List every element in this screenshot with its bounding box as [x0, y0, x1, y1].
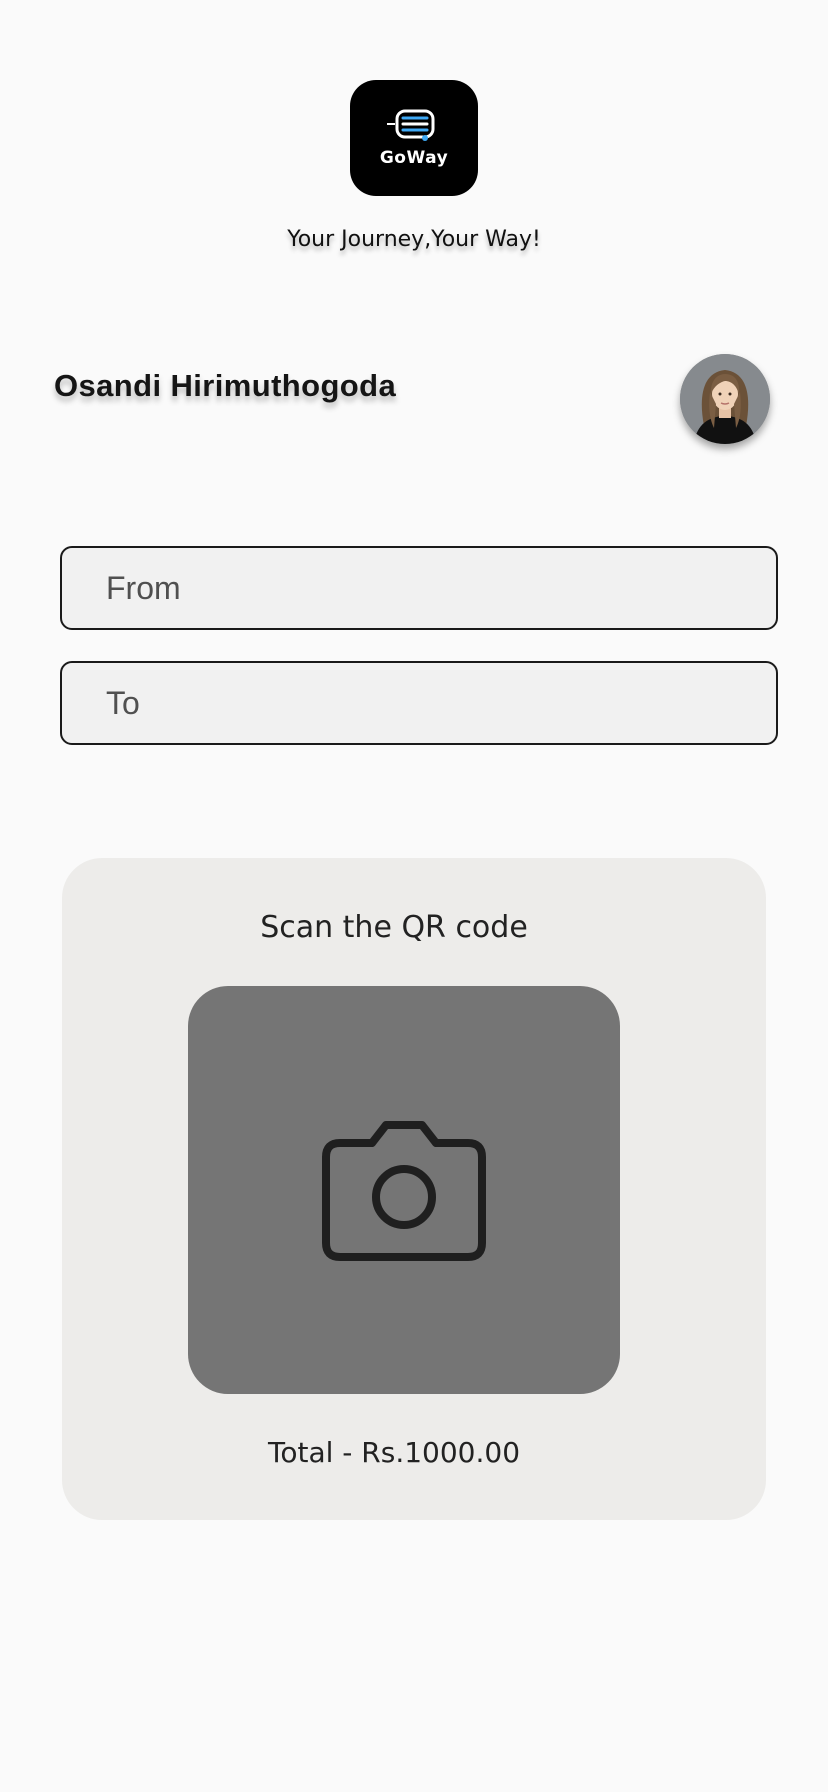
user-name: Osandi Hirimuthogoda	[54, 368, 397, 403]
camera-icon	[322, 1121, 486, 1261]
qr-scan-button[interactable]	[188, 986, 620, 1394]
bus-logo-icon	[387, 109, 435, 141]
tagline: Your Journey,Your Way!	[287, 227, 541, 252]
qr-title: Scan the QR code	[260, 910, 528, 945]
to-field[interactable]	[60, 661, 778, 745]
from-field[interactable]	[60, 546, 778, 630]
avatar[interactable]	[680, 354, 770, 444]
app-logo: GoWay	[350, 80, 478, 196]
user-avatar-photo	[680, 354, 770, 444]
logo-text: GoWay	[379, 148, 449, 168]
total-amount: Total - Rs.1000.00	[267, 1436, 521, 1469]
qr-card: Scan the QR code Total - Rs.1000.00	[62, 858, 766, 1520]
